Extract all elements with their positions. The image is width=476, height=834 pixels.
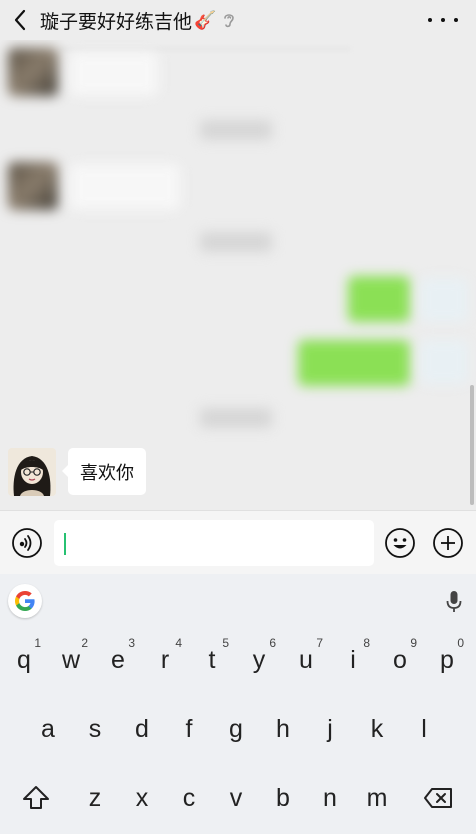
key-g[interactable]: g xyxy=(215,701,257,757)
shift-icon xyxy=(23,786,49,809)
key-k[interactable]: k xyxy=(356,701,398,757)
key-t[interactable]: t5 xyxy=(191,632,233,688)
key-p[interactable]: p0 xyxy=(426,632,468,688)
chat-history[interactable] xyxy=(0,40,476,510)
mic-icon xyxy=(446,591,462,612)
backspace-icon xyxy=(424,788,452,808)
blurred-avatar-self xyxy=(420,340,468,384)
message-row: 喜欢你 xyxy=(8,448,146,496)
key-w[interactable]: w2 xyxy=(50,632,92,688)
key-u[interactable]: u7 xyxy=(285,632,327,688)
blurred-timestamp xyxy=(200,232,272,252)
message-bubble[interactable]: 喜欢你 xyxy=(62,448,146,495)
blurred-avatar xyxy=(8,162,58,210)
shift-key[interactable] xyxy=(12,770,60,826)
blurred-timestamp xyxy=(200,120,272,140)
key-m[interactable]: m xyxy=(356,770,398,826)
key-a[interactable]: a xyxy=(27,701,69,757)
key-j[interactable]: j xyxy=(309,701,351,757)
backspace-key[interactable] xyxy=(414,770,462,826)
message-input[interactable] xyxy=(54,520,374,566)
plus-icon xyxy=(433,528,463,558)
chat-header: 璇子要好好练吉他 🎸 xyxy=(0,0,476,40)
ear-icon xyxy=(222,11,236,29)
blurred-message xyxy=(70,52,158,96)
key-v[interactable]: v xyxy=(215,770,257,826)
emoji-button[interactable] xyxy=(384,527,416,559)
key-y[interactable]: y6 xyxy=(238,632,280,688)
soft-keyboard: q1 w2 e3 r4 t5 y6 u7 i8 o9 p0 a s d f g … xyxy=(0,628,476,834)
chat-title: 璇子要好好练吉他 🎸 xyxy=(40,7,216,34)
emoji-icon xyxy=(385,528,415,558)
keyboard-suggestion-bar xyxy=(0,574,476,628)
blurred-avatar-self xyxy=(420,278,468,322)
message-text: 喜欢你 xyxy=(80,462,134,484)
more-icon xyxy=(428,18,432,22)
guitar-emoji: 🎸 xyxy=(194,9,217,31)
back-button[interactable] xyxy=(0,0,40,40)
key-i[interactable]: i8 xyxy=(332,632,374,688)
text-caret xyxy=(64,533,66,555)
more-actions-button[interactable] xyxy=(432,527,464,559)
key-o[interactable]: o9 xyxy=(379,632,421,688)
blurred-timestamp xyxy=(200,408,272,428)
voice-input-button[interactable] xyxy=(442,588,466,616)
blurred-message-sent xyxy=(348,276,410,322)
key-e[interactable]: e3 xyxy=(97,632,139,688)
avatar[interactable] xyxy=(8,448,56,496)
more-button[interactable] xyxy=(428,8,458,32)
blurred-avatar xyxy=(8,48,58,96)
key-b[interactable]: b xyxy=(262,770,304,826)
key-s[interactable]: s xyxy=(74,701,116,757)
voice-button[interactable] xyxy=(11,527,43,559)
blurred-divider xyxy=(60,48,350,50)
key-l[interactable]: l xyxy=(403,701,445,757)
key-c[interactable]: c xyxy=(168,770,210,826)
blurred-message xyxy=(70,164,180,210)
input-bar xyxy=(0,510,476,574)
google-button[interactable] xyxy=(8,584,42,618)
blurred-message-sent xyxy=(298,340,410,386)
key-z[interactable]: z xyxy=(74,770,116,826)
key-d[interactable]: d xyxy=(121,701,163,757)
key-r[interactable]: r4 xyxy=(144,632,186,688)
key-f[interactable]: f xyxy=(168,701,210,757)
key-q[interactable]: q1 xyxy=(3,632,45,688)
chat-scrollbar[interactable] xyxy=(470,385,474,505)
key-h[interactable]: h xyxy=(262,701,304,757)
voice-icon xyxy=(12,528,42,558)
chat-title-text: 璇子要好好练吉他 xyxy=(40,10,193,33)
google-icon xyxy=(15,591,35,611)
key-n[interactable]: n xyxy=(309,770,351,826)
back-arrow-icon xyxy=(14,9,26,31)
key-x[interactable]: x xyxy=(121,770,163,826)
